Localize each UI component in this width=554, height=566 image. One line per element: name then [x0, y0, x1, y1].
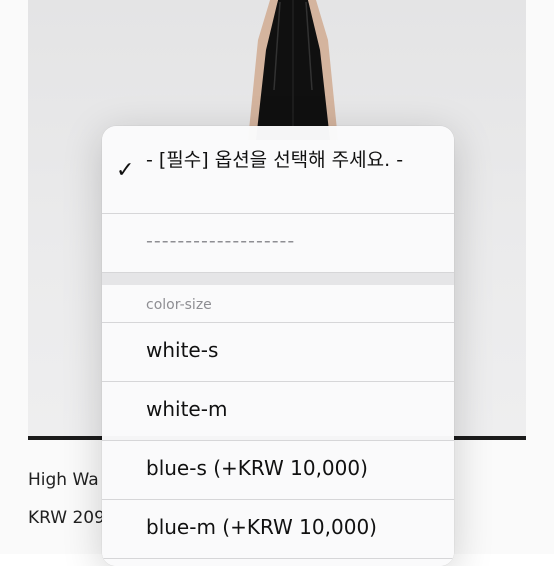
option-label: white-s [146, 338, 219, 362]
option-group-header: color-size [102, 285, 454, 323]
option-blue-s[interactable]: blue-s (+KRW 10,000) [102, 441, 454, 500]
option-label: blue-s (+KRW 10,000) [146, 456, 368, 480]
option-white-m[interactable]: white-m [102, 382, 454, 441]
option-label: white-m [146, 397, 228, 421]
option-placeholder-selected[interactable]: ✓ - [필수] 옵션을 선택해 주세요. - [102, 126, 454, 214]
option-placeholder-label: - [필수] 옵션을 선택해 주세요. - [146, 149, 404, 171]
option-picker-popup: ✓ - [필수] 옵션을 선택해 주세요. - ----------------… [102, 126, 454, 566]
option-divider[interactable]: ------------------- [102, 214, 454, 273]
group-separator [102, 273, 454, 285]
option-label: blue-m (+KRW 10,000) [146, 515, 377, 539]
checkmark-icon: ✓ [116, 158, 135, 183]
option-white-s[interactable]: white-s [102, 323, 454, 382]
option-blue-m[interactable]: blue-m (+KRW 10,000) [102, 500, 454, 559]
option-divider-label: ------------------- [146, 230, 296, 252]
option-group-label: color-size [146, 297, 212, 313]
